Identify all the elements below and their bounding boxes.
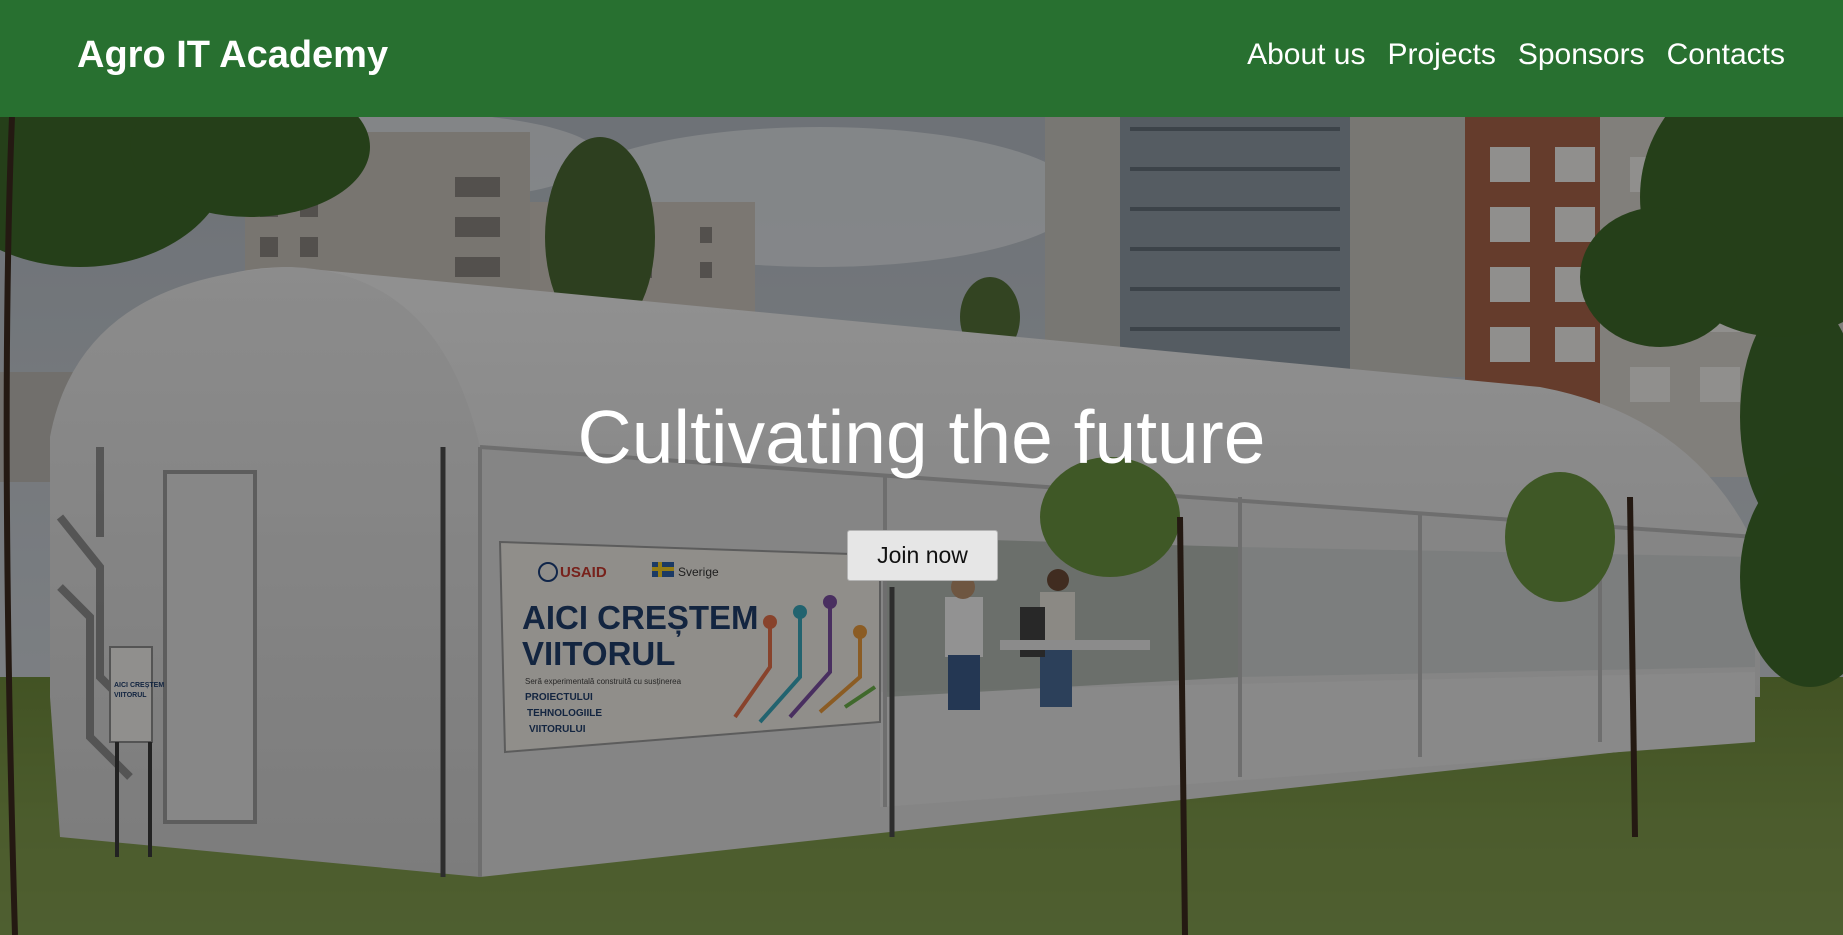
main-nav: About us Projects Sponsors Contacts xyxy=(1247,38,1785,72)
nav-about-us[interactable]: About us xyxy=(1247,38,1365,72)
nav-projects[interactable]: Projects xyxy=(1387,38,1495,72)
hero-section: USAID Sverige AICI CREȘTEM VIITORUL Seră… xyxy=(0,117,1843,935)
nav-contacts[interactable]: Contacts xyxy=(1667,38,1785,72)
site-logo[interactable]: Agro IT Academy xyxy=(77,34,388,77)
hero-dark-overlay xyxy=(0,117,1843,935)
join-now-button[interactable]: Join now xyxy=(847,530,998,581)
hero-headline: Cultivating the future xyxy=(577,395,1266,479)
site-header: Agro IT Academy About us Projects Sponso… xyxy=(0,0,1843,117)
nav-sponsors[interactable]: Sponsors xyxy=(1518,38,1645,72)
